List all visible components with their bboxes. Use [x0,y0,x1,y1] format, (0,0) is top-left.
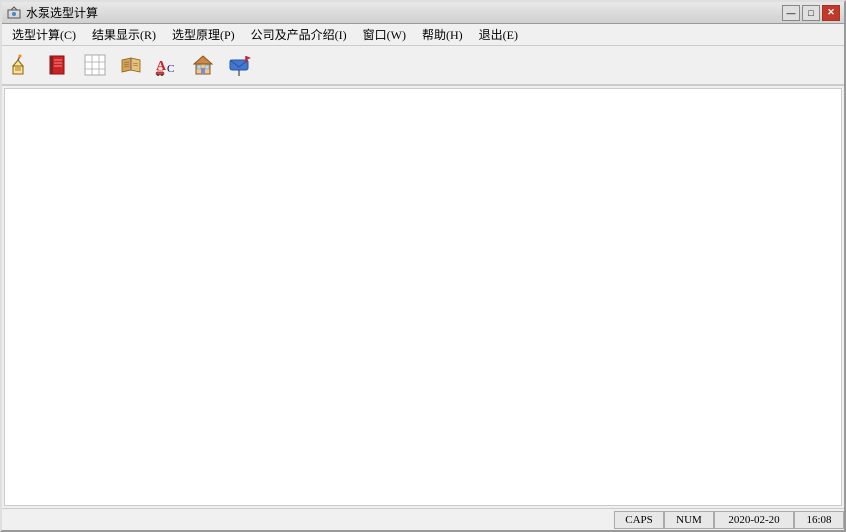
maximize-button[interactable]: □ [802,5,820,21]
toolbar-btn-font[interactable]: A C [150,48,184,82]
status-time: 16:08 [794,511,844,529]
window-title: 水泵选型计算 [26,4,98,21]
content-area [4,88,842,506]
toolbar-btn-book-red[interactable] [42,48,76,82]
menu-help[interactable]: 帮助(H) [414,24,471,45]
title-bar-left: 水泵选型计算 [6,4,98,21]
window-icon [6,5,22,21]
toolbar-btn-mail[interactable] [222,48,256,82]
menu-company-product[interactable]: 公司及产品介绍(I) [243,24,355,45]
toolbar-btn-draw[interactable] [6,48,40,82]
toolbar-btn-grid[interactable] [78,48,112,82]
menu-selection-principle[interactable]: 选型原理(P) [164,24,243,45]
num-indicator: NUM [664,511,714,529]
main-window: 水泵选型计算 — □ ✕ 选型计算(C) 结果显示(R) 选型原理(P) 公司及… [0,0,846,532]
toolbar: A C [2,46,844,86]
menu-bar: 选型计算(C) 结果显示(R) 选型原理(P) 公司及产品介绍(I) 窗口(W)… [2,24,844,46]
title-bar-buttons: — □ ✕ [782,5,840,21]
title-bar: 水泵选型计算 — □ ✕ [2,2,844,24]
toolbar-btn-book-open[interactable] [114,48,148,82]
menu-exit[interactable]: 退出(E) [471,24,526,45]
minimize-button[interactable]: — [782,5,800,21]
close-button[interactable]: ✕ [822,5,840,21]
caps-indicator: CAPS [614,511,664,529]
menu-window[interactable]: 窗口(W) [355,24,414,45]
toolbar-btn-house[interactable] [186,48,220,82]
menu-result-display[interactable]: 结果显示(R) [84,24,164,45]
status-bar: CAPS NUM 2020-02-20 16:08 [2,508,844,530]
menu-selection-calc[interactable]: 选型计算(C) [4,24,84,45]
svg-text:C: C [167,63,174,75]
status-date: 2020-02-20 [714,511,794,529]
